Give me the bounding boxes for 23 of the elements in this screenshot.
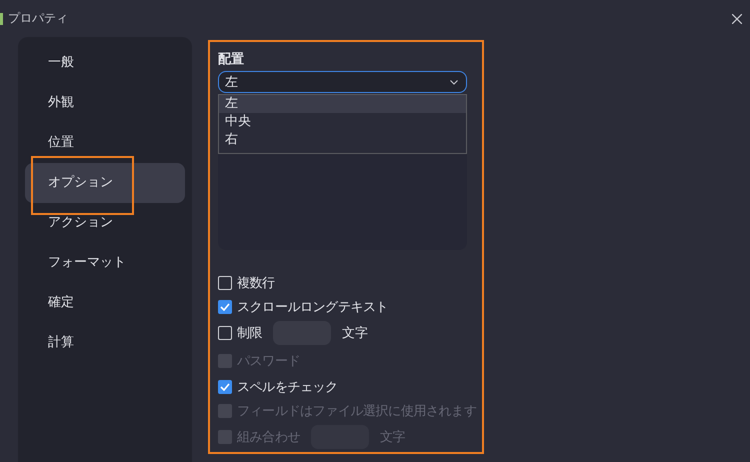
checkbox-label: スクロールロングテキスト: [237, 299, 388, 316]
checkbox-label: スペルをチェック: [237, 379, 338, 396]
sidebar-item[interactable]: フォーマット: [25, 243, 185, 283]
checkbox-label: 制限: [237, 325, 262, 342]
window-title: プロパティ: [8, 10, 69, 27]
checkbox-label: 複数行: [237, 275, 275, 292]
alignment-dropdown[interactable]: 左: [218, 71, 467, 93]
alignment-label: 配置: [218, 51, 245, 68]
sidebar-item[interactable]: 外観: [25, 83, 185, 123]
dropdown-option[interactable]: 左: [219, 95, 466, 113]
sidebar-item[interactable]: アクション: [25, 203, 185, 243]
checkbox-label: 組み合わせ: [237, 429, 300, 446]
checkbox-label: フィールドはファイル選択に使用されます: [237, 403, 476, 420]
sidebar-item[interactable]: 計算: [25, 323, 185, 363]
sidebar-item[interactable]: 位置: [25, 123, 185, 163]
unit-label: 文字: [380, 429, 406, 446]
unit-label: 文字: [342, 325, 368, 342]
sidebar-item[interactable]: 確定: [25, 283, 185, 323]
dropdown-option[interactable]: 中央: [219, 113, 466, 131]
sidebar-item[interactable]: 一般: [25, 43, 185, 83]
dropdown-option[interactable]: 右: [219, 131, 466, 149]
checkbox-label: パスワード: [237, 353, 300, 370]
sidebar-item[interactable]: オプション: [25, 163, 185, 203]
